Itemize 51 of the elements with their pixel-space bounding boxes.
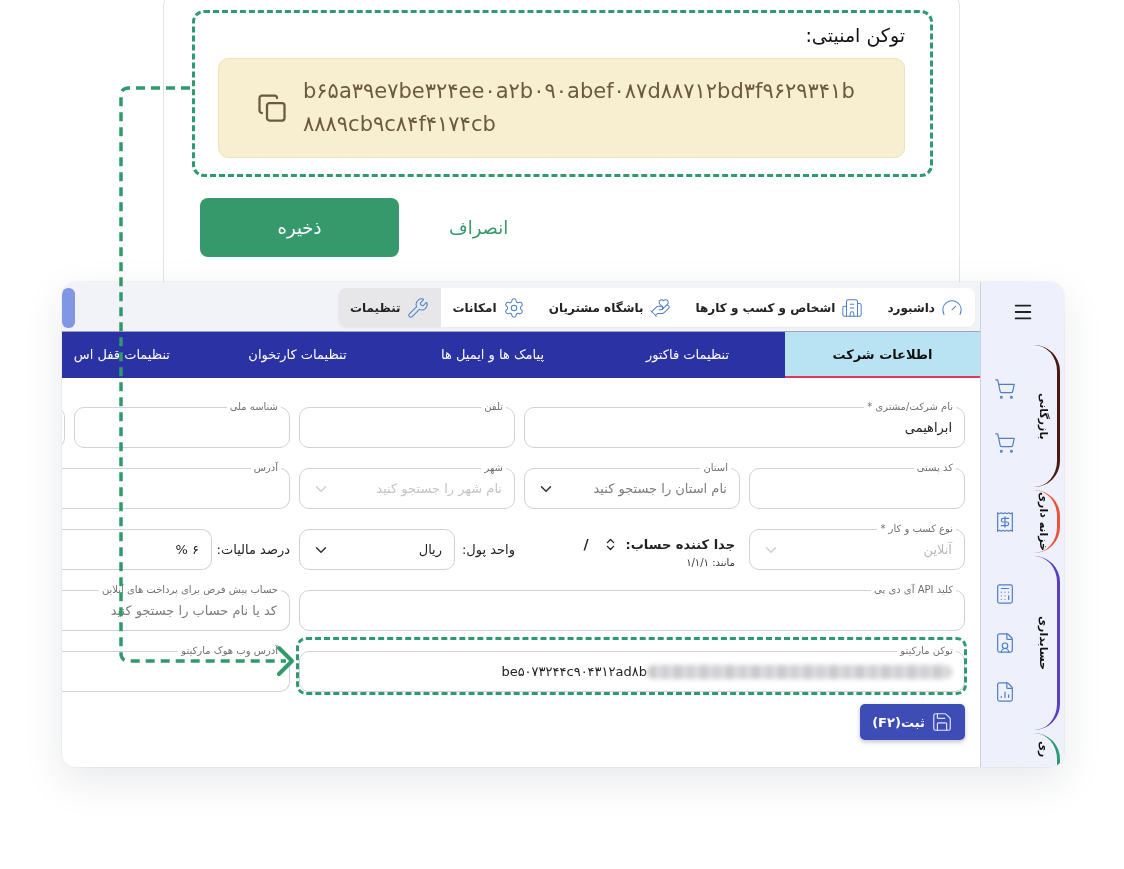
tab[interactable]: پیامک ها و ایمیل ها: [395, 332, 590, 378]
section-label: حسابداری: [1036, 616, 1050, 670]
cancel-button[interactable]: انصراف: [449, 213, 509, 242]
section-label: خزانه داری: [1036, 492, 1050, 551]
field-label: آدرس: [250, 462, 281, 474]
nav-item[interactable]: باشگاه مشتریان: [536, 288, 684, 327]
gear-icon: [502, 296, 525, 319]
save-button[interactable]: ذخیره: [200, 198, 399, 257]
section-label: ری: [1036, 741, 1050, 758]
field-label: واحد پول:: [461, 542, 515, 557]
tab[interactable]: تنظیمات قفل اس: [62, 332, 200, 378]
drawer-handle[interactable]: [62, 287, 75, 328]
copy-icon[interactable]: [257, 93, 287, 123]
submit-button[interactable]: ثبت(F۲): [860, 704, 965, 740]
receipt-icon[interactable]: [994, 510, 1016, 533]
field-label: کد پستی: [913, 462, 956, 474]
field-label: حساب پیش فرض برای پرداخت های آنلاین: [98, 584, 281, 596]
select-field[interactable]: ریال: [299, 529, 455, 570]
heart-hand-icon: [649, 296, 672, 319]
field-label: نام شرکت/مشتری *: [864, 401, 956, 413]
nav-item[interactable]: امکانات: [440, 288, 537, 327]
calculator-icon[interactable]: [994, 583, 1016, 605]
token-text: b۶۵a۳۹e۷be۳۲۴ee۰a۲b۰۹۰abef۰۸۷d۸۸۷۱۲bd۳f۹۶۲۹۳۴۱b۸۸۸۹cb۹c۸۴f۴۱۷۴cb: [303, 78, 856, 138]
field-label: شناسه ملی: [226, 401, 281, 413]
section-label: بازرگانی: [1036, 392, 1050, 440]
field-label: کلید API آی دی پی: [871, 584, 956, 596]
field-label: تلفن: [481, 401, 506, 413]
cart-icon[interactable]: [994, 377, 1016, 400]
nav-item[interactable]: تنظیمات: [337, 288, 441, 327]
example-hint: مانند: ۱/۱/۱: [686, 557, 735, 568]
wrench-icon: [406, 296, 429, 319]
separator-value: /: [583, 536, 589, 552]
nav-item[interactable]: داشبورد: [875, 288, 975, 327]
field-label: توکن مارکیتو: [897, 645, 956, 657]
field-label: شهر: [481, 462, 506, 474]
field-label: جدا کننده حساب:: [625, 536, 735, 552]
tab[interactable]: تنظیمات کارتخوان: [200, 332, 395, 378]
token-label: توکن امنیتی:: [805, 23, 905, 48]
tab[interactable]: تنظیمات فاکتور: [590, 332, 785, 378]
nav-item[interactable]: اشخاص و کسب و کارها: [683, 288, 876, 327]
field-label: نوع کسب و کار *: [877, 523, 956, 535]
cart-icon[interactable]: [994, 432, 1016, 455]
tab[interactable]: اطلاعات شرکت: [785, 332, 980, 378]
document-user-icon[interactable]: [994, 632, 1016, 654]
document-chart-icon[interactable]: [994, 681, 1016, 703]
field-label: آدرس وب هوک مارکیتو: [178, 645, 281, 657]
save-icon: [930, 711, 953, 733]
field-label: درصد مالیات:: [216, 542, 290, 557]
input-field[interactable]: % ۶: [62, 529, 212, 570]
field-label: استان: [700, 462, 731, 474]
building-icon: [841, 296, 864, 319]
